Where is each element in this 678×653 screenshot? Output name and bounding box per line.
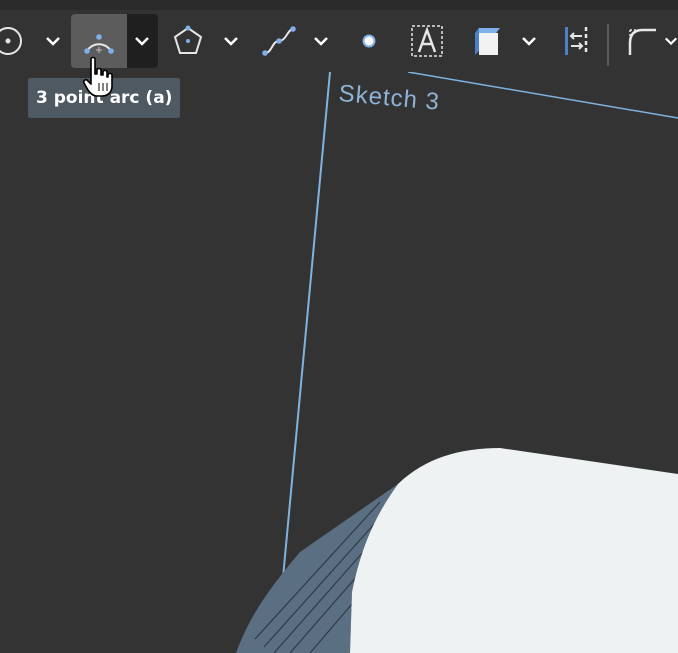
dimension-icon [565, 27, 588, 55]
chevron-down-icon [664, 37, 678, 46]
fillet-dropdown-button[interactable] [664, 14, 678, 68]
three-point-arc-caret [129, 14, 155, 68]
part-body [350, 448, 678, 653]
construction-dropdown-button[interactable] [516, 14, 542, 68]
chevron-down-icon [224, 37, 238, 46]
circle-tool-button[interactable] [0, 14, 30, 68]
text-icon [411, 25, 443, 57]
spline-dropdown-button[interactable] [308, 14, 334, 68]
polygon-icon [173, 25, 203, 54]
top-strip [0, 0, 678, 10]
point-tool-button[interactable] [350, 14, 388, 68]
sketch-plane-edge-top [407, 72, 678, 119]
three-point-arc-icon [84, 34, 114, 54]
text-tool-button[interactable] [406, 14, 448, 68]
chevron-down-icon [522, 37, 536, 46]
spline-icon [262, 26, 296, 56]
construction-icon [475, 28, 500, 55]
toolbar-separator [607, 24, 609, 66]
hand-cursor-icon [82, 56, 113, 97]
model-viewport[interactable] [0, 72, 678, 653]
circle-icon [0, 27, 22, 55]
chevron-down-icon [314, 37, 328, 46]
point-icon [362, 34, 376, 48]
fillet-tool-button[interactable] [620, 14, 662, 68]
construction-tool-button[interactable] [466, 14, 508, 68]
chevron-down-icon [46, 37, 60, 46]
fillet-icon [628, 28, 656, 55]
dimension-tool-button[interactable] [556, 14, 598, 68]
chevron-down-icon [135, 37, 149, 46]
circle-dropdown-button[interactable] [40, 14, 66, 68]
spline-tool-button[interactable] [258, 14, 300, 68]
polygon-dropdown-button[interactable] [218, 14, 244, 68]
polygon-tool-button[interactable] [168, 14, 208, 68]
